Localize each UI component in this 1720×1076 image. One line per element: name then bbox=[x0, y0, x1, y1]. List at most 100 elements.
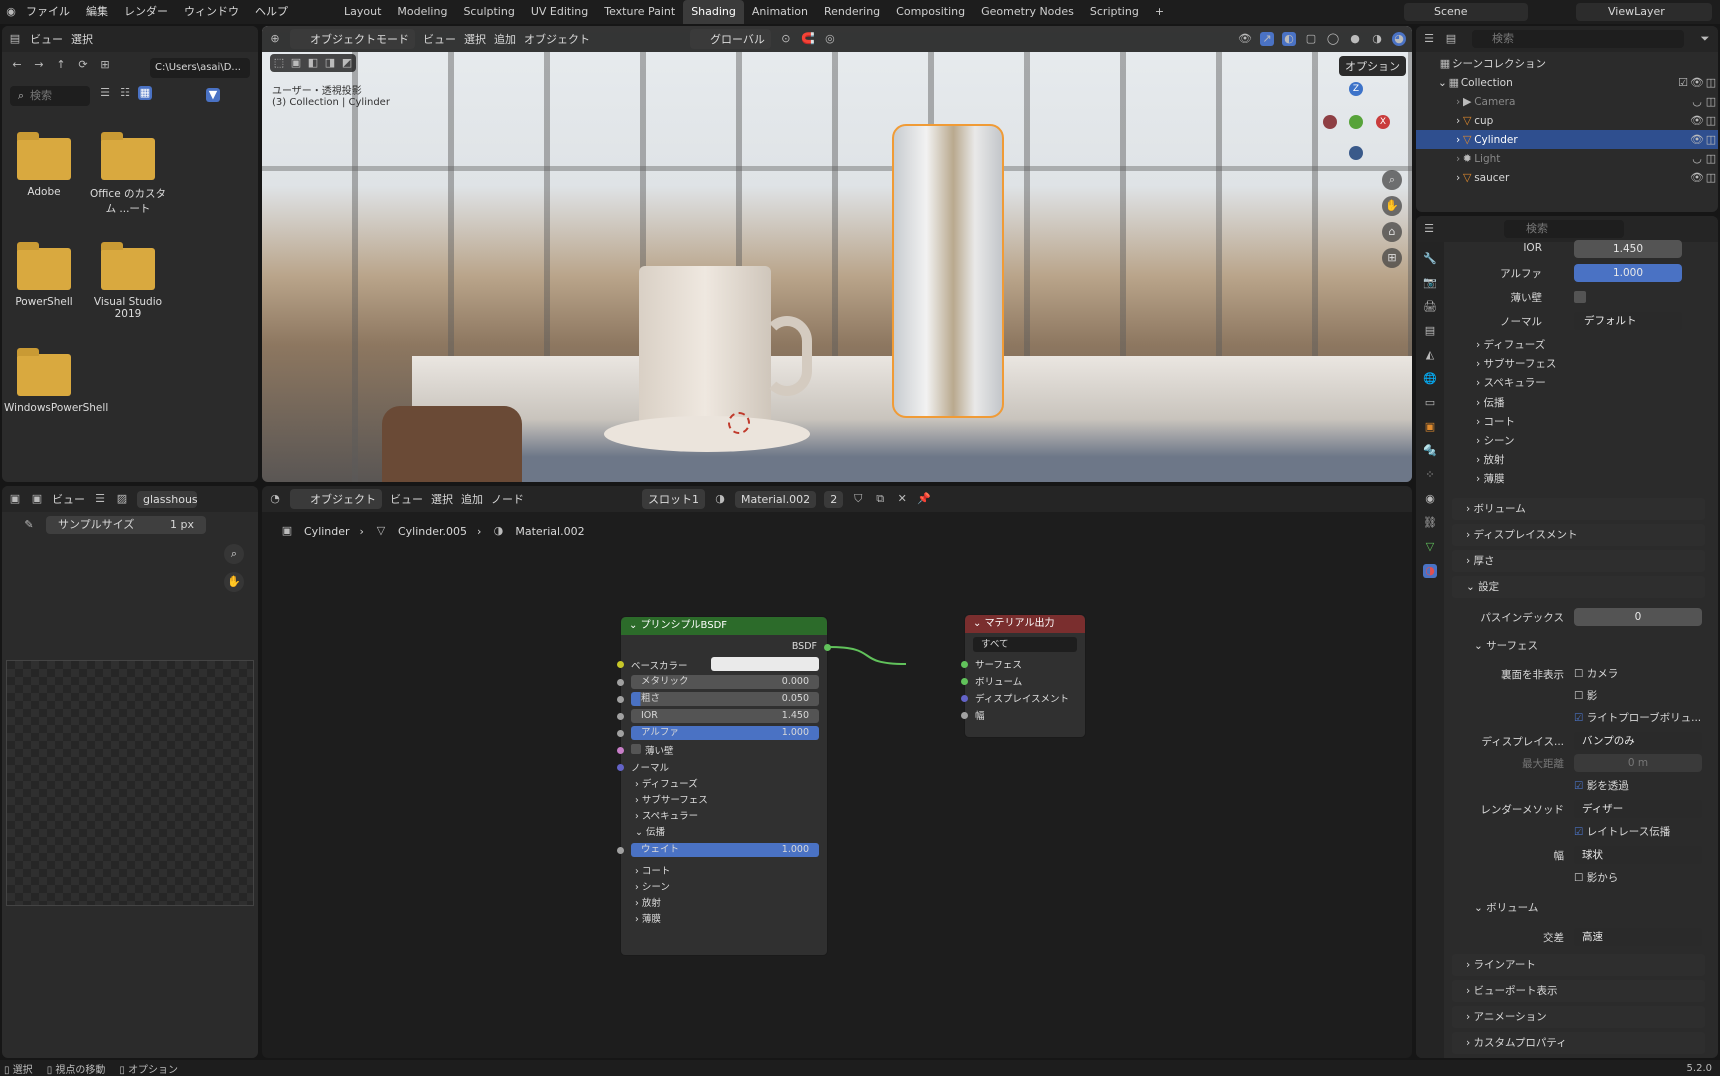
3d-cursor[interactable] bbox=[728, 412, 750, 434]
ortho-toggle-icon[interactable]: ⊞ bbox=[1382, 248, 1402, 268]
zoom-icon[interactable]: ⌕ bbox=[1382, 170, 1402, 190]
overlay-toggle-icon[interactable]: ◐ bbox=[1282, 32, 1296, 46]
file-menu-select[interactable]: 選択 bbox=[71, 31, 93, 47]
transmission-weight-field[interactable]: ウェイト 1.000 bbox=[631, 843, 819, 857]
displacement-input-socket[interactable] bbox=[961, 695, 968, 702]
output-target-select[interactable]: すべて bbox=[973, 637, 1077, 652]
path-input[interactable]: C:\Users\asai\D... bbox=[150, 58, 250, 78]
sample-size-field[interactable]: サンプルサイズ 1 px bbox=[46, 516, 206, 534]
tab-compositing[interactable]: Compositing bbox=[888, 0, 973, 24]
snap-icon[interactable]: 🧲 bbox=[801, 32, 815, 46]
subpanel-diffuse[interactable]: › ディフューズ bbox=[1476, 336, 1556, 355]
blender-logo-icon[interactable]: ◉ bbox=[4, 5, 18, 19]
image-type-icon[interactable]: ▨ bbox=[115, 492, 129, 506]
tab-rendering[interactable]: Rendering bbox=[816, 0, 888, 24]
principled-bsdf-node[interactable]: ⌄ プリンシプルBSDF BSDF ベースカラー メタリック 0.000 粗さ 0.… bbox=[617, 616, 831, 956]
eyedropper-icon[interactable]: ✎ bbox=[22, 518, 36, 532]
subpanel-emission[interactable]: › 放射 bbox=[1476, 451, 1556, 470]
vp-menu-view[interactable]: ビュー bbox=[423, 31, 456, 47]
filter-icon[interactable]: ⏷ bbox=[1698, 32, 1712, 46]
gizmo-toggle-icon[interactable]: ↗ bbox=[1260, 32, 1274, 46]
backface-shadow-checkbox[interactable]: ☐ 影 bbox=[1574, 688, 1597, 703]
raytrace-transmission-checkbox[interactable]: ☑ レイトレース伝播 bbox=[1574, 824, 1670, 839]
world-tab-icon[interactable]: 🌐 bbox=[1423, 372, 1437, 386]
material-shading-icon[interactable]: ◑ bbox=[1370, 32, 1384, 46]
vp-menu-object[interactable]: オブジェクト bbox=[524, 31, 590, 47]
pivot-icon[interactable]: ⊙ bbox=[779, 32, 793, 46]
pan-hand-icon[interactable]: ✋ bbox=[1382, 196, 1402, 216]
output-node-header[interactable]: ⌄ マテリアル出力 bbox=[965, 615, 1085, 633]
panel-sheen[interactable]: › シーン bbox=[635, 879, 670, 893]
folder-item[interactable]: Visual Studio 2019 bbox=[88, 242, 168, 320]
menu-window[interactable]: ウィンドウ bbox=[176, 0, 247, 24]
scene-collection-row[interactable]: ▦ シーンコレクション bbox=[1416, 54, 1718, 73]
roughness-field[interactable]: 粗さ 0.050 bbox=[631, 692, 819, 706]
wireframe-shading-icon[interactable]: ◯ bbox=[1326, 32, 1340, 46]
panel-coat[interactable]: › コート bbox=[635, 863, 670, 877]
panel-displacement[interactable]: › ディスプレイスメント bbox=[1452, 524, 1705, 546]
panel-volume[interactable]: › ボリューム bbox=[1452, 498, 1705, 520]
select-box-icon[interactable]: ▣ bbox=[289, 56, 303, 70]
render-method-select[interactable]: ディザー bbox=[1574, 800, 1702, 818]
menu-edit[interactable]: 編集 bbox=[78, 0, 116, 24]
gizmo-neg-x-axis[interactable] bbox=[1323, 115, 1337, 129]
displacement-method-select[interactable]: バンプのみ bbox=[1574, 732, 1702, 750]
metallic-field[interactable]: メタリック 0.000 bbox=[631, 675, 819, 689]
solid-shading-icon[interactable]: ● bbox=[1348, 32, 1362, 46]
pan-hand-icon[interactable]: ✋ bbox=[224, 572, 244, 592]
menu-help[interactable]: ヘルプ bbox=[247, 0, 296, 24]
menu-file[interactable]: ファイル bbox=[18, 0, 78, 24]
visibility-icon[interactable]: 👁 bbox=[1238, 32, 1252, 46]
normal-field[interactable]: デフォルト bbox=[1574, 312, 1682, 330]
thickness-mode-select[interactable]: 球状 bbox=[1574, 846, 1702, 864]
backface-camera-checkbox[interactable]: ☐ カメラ bbox=[1574, 666, 1618, 681]
panel-thin-film[interactable]: › 薄膜 bbox=[635, 911, 661, 925]
transparent-shadow-checkbox[interactable]: ☑ 影を透過 bbox=[1574, 778, 1629, 793]
viewport-panel[interactable]: ⊕ オブジェクトモード ビュー 選択 追加 オブジェクト グローバル ⊙ 🧲 ◎… bbox=[262, 26, 1412, 482]
alpha-field[interactable]: アルファ 1.000 bbox=[631, 726, 819, 740]
outliner-item-saucer[interactable]: › ▽ saucer 👁 ◫ bbox=[1416, 168, 1718, 187]
subpanel-volume[interactable]: ⌄ ボリューム bbox=[1474, 900, 1538, 915]
zoom-icon[interactable]: ⌕ bbox=[224, 544, 244, 564]
outliner-item-cylinder[interactable]: › ▽ Cylinder 👁 ◫ bbox=[1416, 130, 1718, 149]
proportional-edit-icon[interactable]: ◎ bbox=[823, 32, 837, 46]
view-mode-icon[interactable]: ▣ bbox=[30, 492, 44, 506]
thin-wall-checkbox[interactable] bbox=[631, 744, 641, 754]
collection-row[interactable]: ⌄ ▦ Collection ☑ 👁 ◫ bbox=[1416, 73, 1718, 92]
vp-menu-add[interactable]: 追加 bbox=[494, 31, 516, 47]
gizmo-x-axis[interactable]: X bbox=[1376, 115, 1390, 129]
object-tab-icon[interactable]: ▣ bbox=[1423, 420, 1437, 434]
volume-input-socket[interactable] bbox=[961, 678, 968, 685]
gizmo-z-axis[interactable]: Z bbox=[1349, 82, 1363, 96]
subpanel-surface[interactable]: ⌄ サーフェス bbox=[1474, 638, 1538, 653]
panel-specular[interactable]: › スペキュラー bbox=[635, 808, 698, 822]
panel-custom-properties[interactable]: › カスタムプロパティ bbox=[1452, 1032, 1705, 1054]
image-menu-view[interactable]: ビュー bbox=[52, 491, 85, 507]
subpanel-sheen[interactable]: › シーン bbox=[1476, 432, 1556, 451]
subpanel-thin-film[interactable]: › 薄膜 bbox=[1476, 470, 1556, 489]
new-folder-icon[interactable]: ⊞ bbox=[98, 58, 112, 72]
data-tab-icon[interactable]: ▽ bbox=[1423, 540, 1437, 554]
panel-settings[interactable]: ⌄ 設定 bbox=[1452, 576, 1705, 598]
material-output-node[interactable]: ⌄ マテリアル出力 すべて サーフェス ボリューム ディスプレイスメント 幅 bbox=[961, 614, 1086, 738]
properties-search-input[interactable]: 検索 bbox=[1504, 220, 1624, 238]
tab-modeling[interactable]: Modeling bbox=[389, 0, 455, 24]
editor-type-icon[interactable]: ⊕ bbox=[268, 32, 282, 46]
tab-layout[interactable]: Layout bbox=[336, 0, 389, 24]
pass-index-field[interactable]: 0 bbox=[1574, 608, 1702, 626]
image-selector[interactable]: glasshous bbox=[137, 490, 197, 508]
bsdf-output-socket[interactable] bbox=[824, 644, 831, 651]
folder-item[interactable]: Office のカスタム ...ート bbox=[88, 132, 168, 216]
panel-animation[interactable]: › アニメーション bbox=[1452, 1006, 1705, 1028]
vp-menu-select[interactable]: 選択 bbox=[464, 31, 486, 47]
gizmo-neg-z-axis[interactable] bbox=[1349, 146, 1363, 160]
tab-texture-paint[interactable]: Texture Paint bbox=[596, 0, 683, 24]
panel-thickness[interactable]: › 厚さ bbox=[1452, 550, 1705, 572]
image-canvas[interactable] bbox=[6, 660, 254, 906]
folder-item[interactable]: PowerShell bbox=[4, 242, 84, 308]
tab-scripting[interactable]: Scripting bbox=[1082, 0, 1147, 24]
subpanel-transmission[interactable]: › 伝播 bbox=[1476, 394, 1556, 413]
thickness-input-socket[interactable] bbox=[961, 712, 968, 719]
editor-type-icon[interactable]: ▣ bbox=[8, 492, 22, 506]
render-tab-icon[interactable]: 📷 bbox=[1423, 276, 1437, 290]
